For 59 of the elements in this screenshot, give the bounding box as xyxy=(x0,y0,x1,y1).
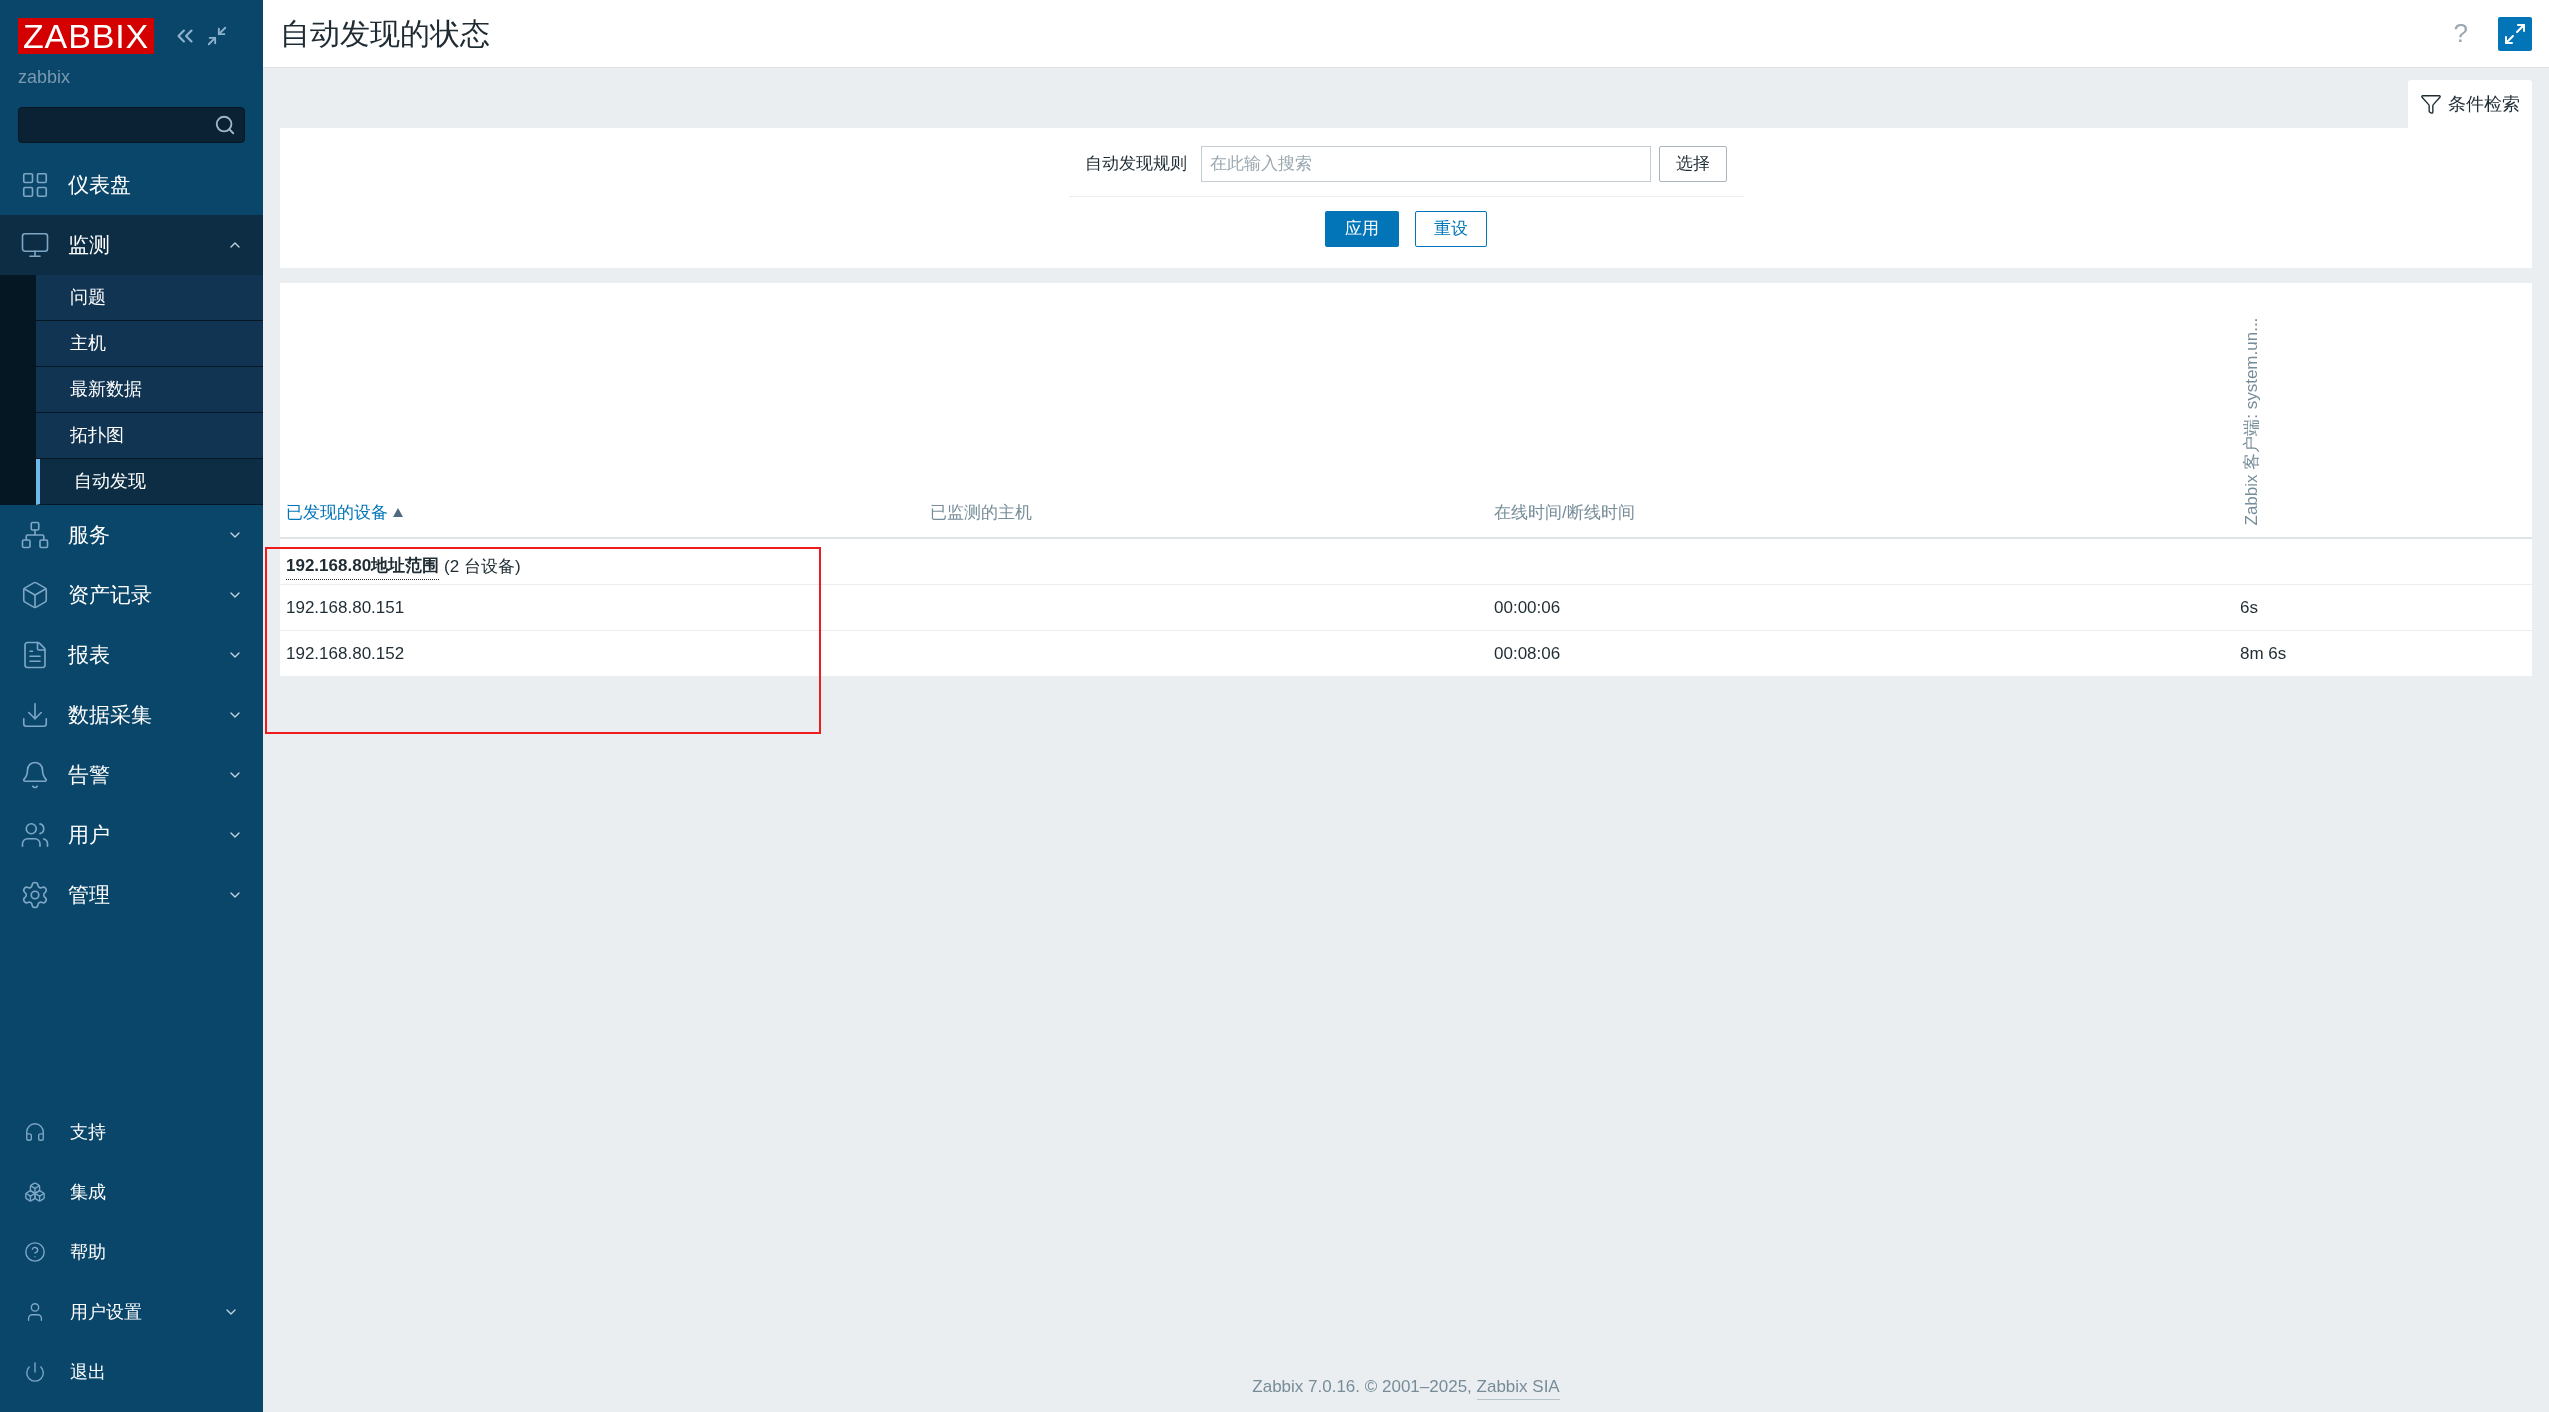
column-header: Zabbix 客户端: system.un... xyxy=(2240,317,2262,525)
hierarchy-icon xyxy=(20,520,50,550)
grid-icon xyxy=(20,170,50,200)
table-cell: 00:08:06 xyxy=(1494,643,1561,663)
download-icon xyxy=(20,700,50,730)
monitor-icon xyxy=(20,230,50,260)
cubes-icon xyxy=(24,1181,46,1203)
power-icon xyxy=(24,1361,46,1383)
nav-subitem[interactable]: 拓扑图 xyxy=(36,413,263,459)
nav-item[interactable]: 服务 xyxy=(0,505,263,565)
nav-subitem[interactable]: 主机 xyxy=(36,321,263,367)
nav-subitem[interactable]: 问题 xyxy=(36,275,263,321)
copyright-text: Zabbix 7.0.16. © 2001–2025, xyxy=(1252,1375,1473,1398)
table-cell: 8m 6s xyxy=(2240,643,2287,663)
column-header-link[interactable]: 已发现的设备 xyxy=(286,499,403,525)
table-cell: 192.168.80.152 xyxy=(286,643,405,663)
apply-button[interactable]: 应用 xyxy=(1325,211,1399,247)
nav-item[interactable]: 用户 xyxy=(0,805,263,865)
settings-icon xyxy=(20,880,50,910)
nav-item[interactable]: 监测 xyxy=(0,215,263,275)
filter-tab[interactable]: 条件检索 xyxy=(2408,80,2532,128)
table-cell: 192.168.80.151 xyxy=(286,597,405,617)
help-icon xyxy=(24,1241,46,1263)
filter-label: 自动发现规则 xyxy=(1085,153,1187,176)
range-name[interactable]: 192.168.80地址范围 xyxy=(286,553,440,580)
nav-item[interactable]: 告警 xyxy=(0,745,263,805)
fullscreen-icon xyxy=(2503,21,2527,46)
nav-item[interactable]: 帮助 xyxy=(0,1222,263,1282)
fullscreen-button[interactable] xyxy=(2498,16,2532,51)
nav-item[interactable]: 报表 xyxy=(0,625,263,685)
search-field[interactable] xyxy=(18,107,245,143)
reset-button[interactable]: 重设 xyxy=(1415,211,1487,247)
nav-item[interactable]: 仪表盘 xyxy=(0,155,263,215)
headphones-icon xyxy=(24,1121,46,1143)
select-button[interactable]: 选择 xyxy=(1659,146,1727,182)
nav-item[interactable]: 支持 xyxy=(0,1102,263,1162)
table-cell: 6s xyxy=(2240,597,2258,617)
nav-item[interactable]: 集成 xyxy=(0,1162,263,1222)
logo[interactable]: ZABBIX xyxy=(18,18,155,54)
nav-item[interactable]: 用户设置 xyxy=(0,1282,263,1342)
device-count: (2 台设备) xyxy=(444,555,521,578)
compact-icon[interactable] xyxy=(206,25,229,47)
bell-icon xyxy=(20,760,50,790)
cube-icon xyxy=(20,580,50,610)
page-title: 自动发现的状态 xyxy=(280,16,490,52)
nav-subitem[interactable]: 自动发现 xyxy=(36,459,263,505)
column-header: 已监测的主机 xyxy=(930,501,1032,524)
nav-item[interactable]: 退出 xyxy=(0,1342,263,1402)
nav-subitem[interactable]: 最新数据 xyxy=(36,367,263,413)
column-header: 在线时间/断线时间 xyxy=(1494,501,1635,524)
search-icon[interactable] xyxy=(214,114,236,136)
nav-item[interactable]: 数据采集 xyxy=(0,685,263,745)
table-cell: 00:00:06 xyxy=(1494,597,1561,617)
nav-item[interactable]: 资产记录 xyxy=(0,565,263,625)
server-name: zabbix xyxy=(17,66,72,89)
nav-item[interactable]: 管理 xyxy=(0,865,263,925)
users-icon xyxy=(20,820,50,850)
rule-input-field[interactable]: 在此输入搜索 xyxy=(1201,146,1651,182)
filter-icon xyxy=(2420,93,2442,115)
